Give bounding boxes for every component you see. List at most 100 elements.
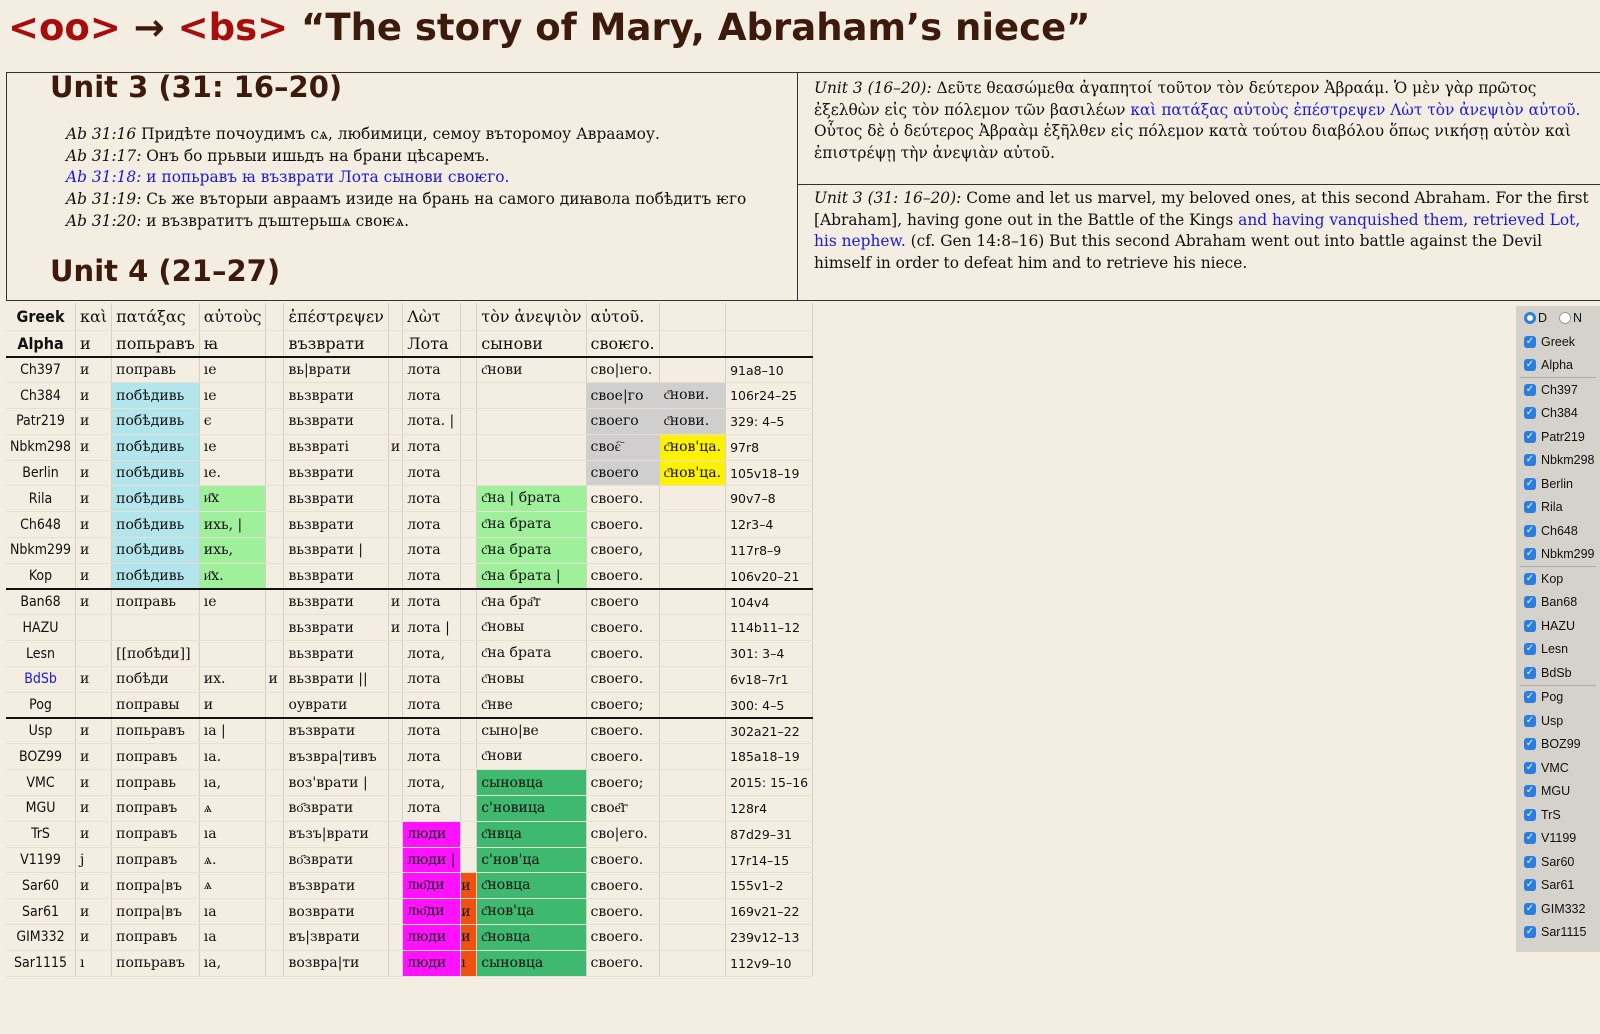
reading-cell [460, 303, 478, 331]
checkbox-icon[interactable]: ✓ [1524, 643, 1536, 656]
witness-siglum: BOZ99 [6, 743, 77, 771]
reading-cell: свое҃г [586, 795, 660, 822]
folio-ref: 91а8–10 [725, 357, 814, 384]
reading-cell [659, 485, 727, 513]
witness-toggle[interactable]: ✓ Ban68 [1516, 591, 1600, 615]
table-row: Patr219 и побѣдивь є вьзврати лота. | своего с҃… [6, 408, 814, 435]
reading-cell: побѣдивь [111, 563, 200, 591]
reading-cell: ıа [199, 924, 267, 951]
checkbox-icon[interactable]: ✓ [1524, 666, 1536, 679]
reading-cell: вьзврати [283, 589, 389, 616]
witness-toggle[interactable]: ✓ Ch397 [1516, 378, 1600, 402]
reading-cell [659, 743, 727, 771]
reading-cell [659, 847, 727, 874]
witness-toggle[interactable]: ✓ V1199 [1516, 827, 1600, 851]
checkbox-icon[interactable]: ✓ [1524, 619, 1536, 632]
witness-toggle[interactable]: ✓ BOZ99 [1516, 733, 1600, 757]
witness-toggle[interactable]: ✓ Berlin [1516, 472, 1600, 496]
checkbox-icon[interactable]: ✓ [1524, 477, 1536, 490]
checkbox-icon[interactable]: ✓ [1524, 430, 1536, 443]
reading-cell: и [75, 666, 113, 693]
checkbox-icon[interactable]: ✓ [1524, 879, 1536, 892]
witness-toggle[interactable]: ✓ Ch384 [1516, 402, 1600, 426]
checkbox-icon[interactable]: ✓ [1524, 407, 1536, 420]
witness-toggle[interactable]: ✓ Nbkm298 [1516, 449, 1600, 473]
witness-siglum: Nbkm298 [6, 434, 77, 461]
witness-toggle[interactable]: ✓ Greek [1516, 330, 1600, 354]
checkbox-icon[interactable]: ✓ [1524, 714, 1536, 727]
radio-n[interactable] [1559, 312, 1572, 324]
witness-toggle[interactable]: ✓ BdSb [1516, 661, 1600, 685]
witness-siglum: Sar61 [6, 898, 77, 926]
reading-cell: и [388, 434, 404, 461]
checkbox-icon[interactable]: ✓ [1524, 832, 1536, 845]
checkbox-icon[interactable]: ✓ [1524, 454, 1536, 467]
folio-ref: 329: 4–5 [725, 408, 814, 435]
witness-toggle[interactable]: ✓ Nbkm299 [1516, 543, 1600, 567]
reading-cell: ıа | [199, 718, 267, 745]
checkbox-icon[interactable]: ✓ [1524, 902, 1536, 915]
checkbox-icon[interactable]: ✓ [1524, 596, 1536, 609]
checkbox-icon[interactable]: ✓ [1524, 808, 1536, 821]
witness-toggle[interactable]: ✓ Sar60 [1516, 850, 1600, 874]
reading-cell: сво|ıего. [586, 357, 660, 384]
folio-ref: 300: 4–5 [725, 692, 814, 720]
witness-toggle[interactable]: ✓ GIM332 [1516, 897, 1600, 921]
witness-toggle[interactable]: ✓ Sar61 [1516, 874, 1600, 898]
witness-toggle-label: Ch648 [1541, 523, 1578, 538]
witness-toggle[interactable]: ✓ TrS [1516, 803, 1600, 827]
reading-cell: и [460, 924, 478, 951]
reading-cell: и [75, 460, 113, 487]
reading-cell [265, 408, 285, 435]
checkbox-icon[interactable]: ✓ [1524, 855, 1536, 868]
witness-toggle[interactable]: ✓ HAZU [1516, 614, 1600, 638]
witness-toggle[interactable]: ✓ Rila [1516, 496, 1600, 520]
checkbox-icon[interactable]: ✓ [1524, 926, 1536, 939]
checkbox-icon[interactable]: ✓ [1524, 691, 1536, 704]
witness-toggle[interactable]: ✓ Pog [1516, 686, 1600, 710]
checkbox-icon[interactable]: ✓ [1524, 501, 1536, 514]
reading-cell: своего. [586, 485, 660, 513]
checkbox-icon[interactable]: ✓ [1524, 383, 1536, 396]
collation-table: Greek καὶ πατάξας αὐτοὺς ἐπέστρεψεν Λὼτ τὸν ἀν… [6, 303, 814, 977]
witness-toggle[interactable]: ✓ Patr219 [1516, 425, 1600, 449]
checkbox-icon[interactable]: ✓ [1524, 761, 1536, 774]
reading-cell: πατάξας [111, 303, 200, 331]
checkbox-icon[interactable]: ✓ [1524, 335, 1536, 348]
witness-toggle[interactable]: ✓ Usp [1516, 709, 1600, 733]
reading-cell [388, 743, 404, 771]
witness-siglum: V1199 [6, 847, 77, 874]
reading-cell [659, 614, 727, 642]
witness-toggle[interactable]: ✓ VMC [1516, 756, 1600, 780]
checkbox-icon[interactable]: ✓ [1524, 572, 1536, 585]
witness-toggle-label: Ch384 [1541, 406, 1578, 421]
reading-cell: ıа, [199, 769, 267, 797]
witness-toggle[interactable]: ✓ MGU [1516, 780, 1600, 804]
checkbox-icon[interactable]: ✓ [1524, 359, 1536, 372]
witness-toggle-label: V1199 [1541, 831, 1577, 846]
checkbox-icon[interactable]: ✓ [1524, 785, 1536, 798]
checkbox-icon[interactable]: ✓ [1524, 548, 1536, 561]
witness-toggle[interactable]: ✓ Lesn [1516, 638, 1600, 662]
reading-cell: поправъ [111, 743, 200, 771]
radio-d[interactable] [1524, 312, 1536, 324]
witness-toggle[interactable]: ✓ Alpha [1516, 354, 1600, 378]
reading-cell: τὸν ἀνεψιὸν [476, 303, 587, 331]
reading-cell: попьравъ [111, 950, 200, 977]
checkbox-icon[interactable]: ✓ [1524, 738, 1536, 751]
reading-cell: во҃зврати [283, 847, 389, 874]
witness-toggle[interactable]: ✓ Ch648 [1516, 519, 1600, 543]
checkbox-icon[interactable]: ✓ [1524, 524, 1536, 537]
reading-cell: въ|зврати [283, 924, 389, 951]
reading-cell: своего; [586, 692, 660, 720]
reading-cell: j [75, 847, 113, 874]
reading-cell: поправъ [111, 821, 200, 848]
witness-toggle[interactable]: ✓ Sar1115 [1516, 921, 1600, 945]
reading-cell: попьравъ [111, 718, 200, 745]
reading-cell: лота. | [402, 408, 462, 435]
witness-toggle-label: Berlin [1541, 476, 1573, 491]
witness-toggle[interactable]: ✓ Kop [1516, 567, 1600, 591]
witness-toggle-label: Nbkm298 [1541, 453, 1595, 468]
table-row: Ch384 и побѣдивь ıе вьзврати лота свое|го с҃нов… [6, 382, 814, 410]
reading-cell: попьравъ [111, 330, 200, 358]
